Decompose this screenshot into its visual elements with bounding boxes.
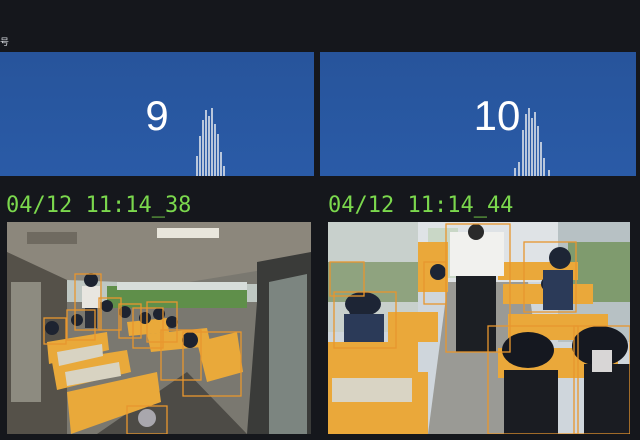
camera-timestamp-left: 04/12 11:14_38 [6, 193, 192, 218]
header-label: 号 [0, 38, 10, 48]
camera-feed-left[interactable] [7, 222, 311, 434]
activity-histogram [514, 108, 550, 176]
top-bar: 号 [0, 0, 640, 50]
passenger-count-panel-left: 9 [0, 52, 314, 176]
activity-histogram [196, 108, 225, 176]
bus-interior-image [328, 222, 630, 434]
passenger-count-panel-right: 10 [320, 52, 636, 176]
camera-timestamp-right: 04/12 11:14_44 [328, 193, 514, 218]
camera-feed-right[interactable] [328, 222, 630, 434]
bus-interior-image [7, 222, 311, 434]
